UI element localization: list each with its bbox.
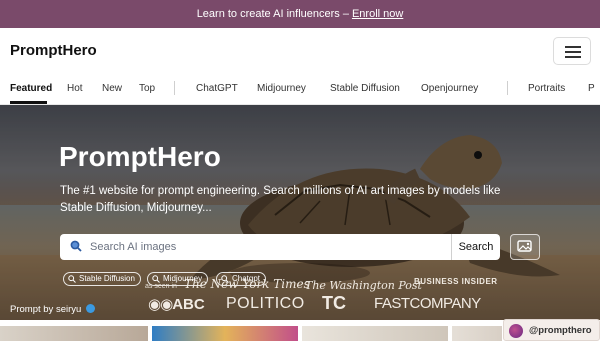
image-thumbnail[interactable] [452,326,502,341]
press-logo-politico: POLITICO [226,295,305,312]
image-thumbnail[interactable] [0,326,148,341]
image-search-icon [517,240,532,252]
active-tab-indicator [10,101,47,104]
verified-badge-icon [85,304,95,313]
chip-stable-diffusion[interactable]: Stable Diffusion [63,272,141,286]
press-logo-nyt: The New York Times [184,277,310,291]
credit-username[interactable]: seiryu [56,304,81,315]
hamburger-menu-button[interactable] [553,37,591,65]
promo-banner: Learn to create AI influencers – Enroll … [0,0,600,28]
tab-chatgpt[interactable]: ChatGPT [196,83,238,94]
image-search-button[interactable] [510,234,540,260]
prompthero-social-badge[interactable]: @prompthero [503,319,600,341]
tab-hot[interactable]: Hot [67,83,83,94]
search-button[interactable]: Search [451,234,500,260]
site-logo[interactable]: PromptHero [10,42,97,59]
category-tabs: Featured Hot New Top ChatGPT Midjourney … [0,73,600,105]
menu-icon [565,46,581,48]
hero-subtitle: The #1 website for prompt engineering. S… [60,185,501,214]
social-handle: @prompthero [529,325,592,336]
tab-stable-diffusion[interactable]: Stable Diffusion [330,83,400,94]
search-bar [60,234,452,260]
tab-portraits[interactable]: Portraits [528,83,565,94]
tab-new[interactable]: New [102,83,122,94]
site-header: PromptHero [0,28,600,73]
search-icon [68,275,76,283]
search-input[interactable] [90,238,440,256]
tab-more[interactable]: P [588,83,595,94]
tab-divider [174,81,175,95]
tab-openjourney[interactable]: Openjourney [421,83,478,94]
search-icon [152,275,160,283]
press-logo-techcrunch: TC [322,293,346,313]
search-icon [70,240,82,252]
avatar [509,324,523,338]
image-thumbnail[interactable] [152,326,298,341]
press-logo-washington-post: The Washington Post [305,279,422,292]
image-credit: Prompt by seiryu [10,304,95,315]
hero-section: PromptHero The #1 website for prompt eng… [0,105,600,320]
image-thumbnail[interactable] [302,326,448,341]
press-logo-business-insider: BUSINESS INSIDER [414,277,498,286]
seen-in-label: as seen in [145,283,177,290]
press-logo-fast-company: FASTCOMPANY [374,295,481,312]
tab-divider [507,81,508,95]
tab-featured[interactable]: Featured [10,83,52,94]
tab-top[interactable]: Top [139,83,155,94]
tab-midjourney[interactable]: Midjourney [257,83,306,94]
enroll-link[interactable]: Enroll now [352,8,403,20]
hero-title: PromptHero [59,141,221,172]
press-logo-abc: ◉◉ABC [148,296,205,313]
promo-text: Learn to create AI influencers – [196,8,349,20]
